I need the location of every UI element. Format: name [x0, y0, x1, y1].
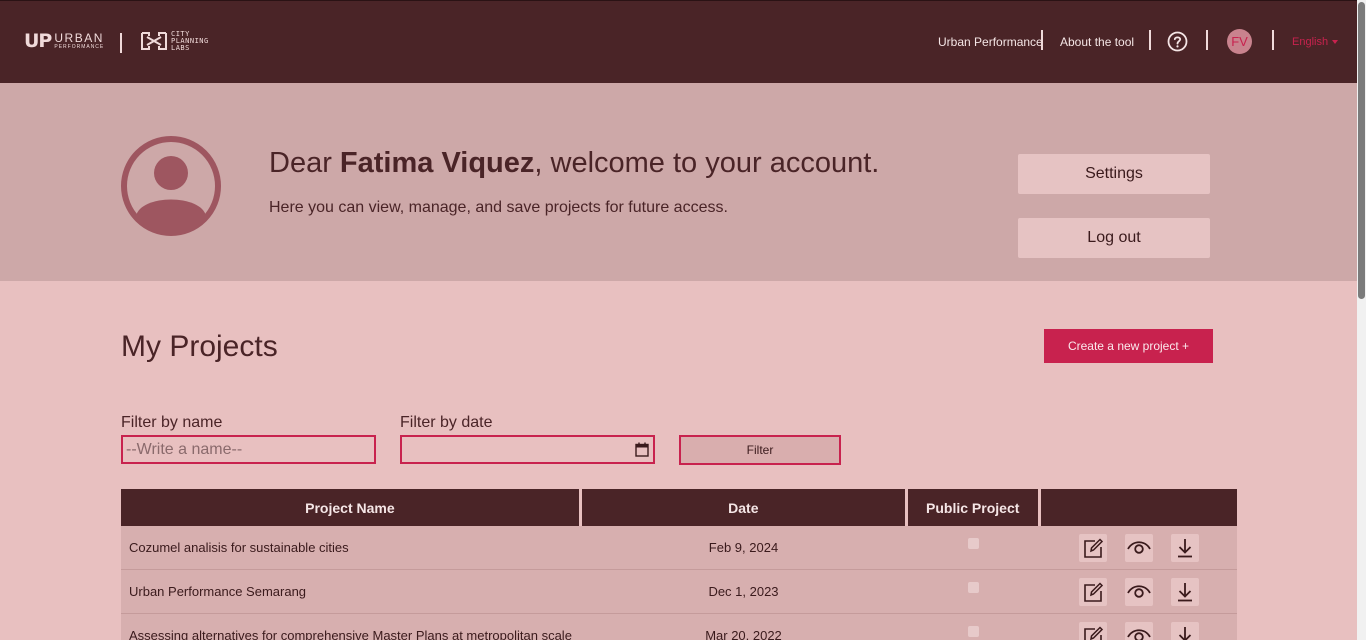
public-project-checkbox[interactable] — [968, 626, 979, 637]
download-icon — [1177, 582, 1192, 601]
public-project-checkbox[interactable] — [968, 582, 979, 593]
urban-performance-logo[interactable]: UP URBAN PERFORMANCE — [24, 31, 104, 51]
project-date-cell: Feb 9, 2024 — [708, 540, 779, 555]
projects-table: Project Name Date Public Project Cozumel… — [121, 489, 1238, 640]
project-date-cell: Mar 20, 2022 — [705, 628, 782, 640]
greeting-prefix: Dear — [269, 147, 340, 179]
logo-divider — [120, 33, 122, 53]
view-project-button[interactable] — [1124, 577, 1153, 606]
edit-icon — [1083, 581, 1103, 602]
nav-divider — [1272, 30, 1274, 50]
language-dropdown[interactable]: English — [1292, 36, 1339, 48]
eye-icon — [1126, 628, 1151, 640]
edit-icon — [1083, 625, 1103, 640]
filter-name-placeholder: --Write a name-- — [126, 440, 243, 458]
settings-button[interactable]: Settings — [1018, 154, 1210, 194]
column-header-public-project[interactable]: Public Project — [907, 489, 1038, 526]
welcome-section: Dear Fatima Viquez, welcome to your acco… — [0, 83, 1357, 281]
table-row: Cozumel analisis for sustainable cities … — [121, 526, 1237, 570]
table-row: Assessing alternatives for comprehensive… — [121, 614, 1237, 640]
nav-divider — [1041, 30, 1043, 50]
filter-name-label: Filter by name — [121, 414, 223, 431]
top-navbar: UP URBAN PERFORMANCE CITY PLANNING LABS … — [0, 0, 1357, 83]
filter-date-input[interactable] — [400, 435, 655, 464]
nav-about-the-tool[interactable]: About the tool — [1060, 35, 1134, 49]
view-project-button[interactable] — [1124, 621, 1153, 640]
eye-icon — [1126, 540, 1151, 554]
project-name-cell[interactable]: Assessing alternatives for comprehensive… — [121, 628, 580, 640]
view-project-button[interactable] — [1124, 533, 1153, 562]
calendar-icon[interactable] — [635, 442, 649, 457]
logout-button[interactable]: Log out — [1018, 218, 1210, 258]
project-date-cell: Dec 1, 2023 — [708, 584, 779, 599]
nav-divider — [1206, 30, 1208, 50]
project-name-cell[interactable]: Cozumel analisis for sustainable cities — [121, 540, 580, 555]
help-icon[interactable] — [1167, 31, 1188, 52]
filter-name-input[interactable]: --Write a name-- — [121, 435, 376, 464]
column-header-actions — [1040, 489, 1238, 526]
table-row: Urban Performance Semarang Dec 1, 2023 — [121, 570, 1237, 614]
column-header-date[interactable]: Date — [581, 489, 905, 526]
download-project-button[interactable] — [1170, 621, 1199, 640]
download-icon — [1177, 538, 1192, 557]
table-header: Project Name Date Public Project — [121, 489, 1238, 526]
edit-project-button[interactable] — [1078, 621, 1107, 640]
edit-project-button[interactable] — [1078, 533, 1107, 562]
welcome-subtitle: Here you can view, manage, and save proj… — [269, 199, 728, 216]
page-title: My Projects — [121, 330, 278, 363]
create-project-button[interactable]: Create a new project + — [1044, 329, 1213, 363]
download-icon — [1178, 626, 1191, 640]
language-label: English — [1292, 36, 1329, 48]
filter-date-label: Filter by date — [400, 414, 493, 431]
project-name-cell[interactable]: Urban Performance Semarang — [121, 584, 580, 599]
chevron-down-icon — [1332, 40, 1339, 45]
public-project-checkbox[interactable] — [968, 538, 979, 549]
column-header-project-name[interactable]: Project Name — [121, 489, 579, 526]
greeting-suffix: , welcome to your account. — [534, 147, 880, 179]
user-avatar[interactable]: FV — [1227, 29, 1252, 54]
scrollbar-thumb[interactable] — [1358, 2, 1365, 299]
download-project-button[interactable] — [1170, 577, 1199, 606]
user-name: Fatima Viquez — [339, 147, 535, 179]
edit-icon — [1083, 537, 1103, 558]
logo-performance-text: PERFORMANCE — [54, 44, 105, 50]
city-planning-labs-logo[interactable]: CITY PLANNING LABS — [140, 30, 209, 52]
nav-divider — [1149, 30, 1151, 50]
logo-up-mark: UP — [24, 30, 52, 52]
city-planning-labs-icon — [141, 32, 167, 50]
welcome-heading: Dear Fatima Viquez, welcome to your acco… — [269, 147, 879, 180]
download-project-button[interactable] — [1170, 533, 1199, 562]
nav-urban-performance[interactable]: Urban Performance — [938, 35, 1043, 49]
page-scrollbar[interactable] — [1357, 0, 1366, 640]
user-profile-icon — [121, 136, 221, 236]
edit-project-button[interactable] — [1078, 577, 1107, 606]
logo-labs-text: LABS — [171, 43, 190, 52]
eye-icon — [1126, 584, 1151, 598]
logo-urban-text: URBAN — [54, 31, 104, 45]
filter-button[interactable]: Filter — [679, 435, 841, 465]
